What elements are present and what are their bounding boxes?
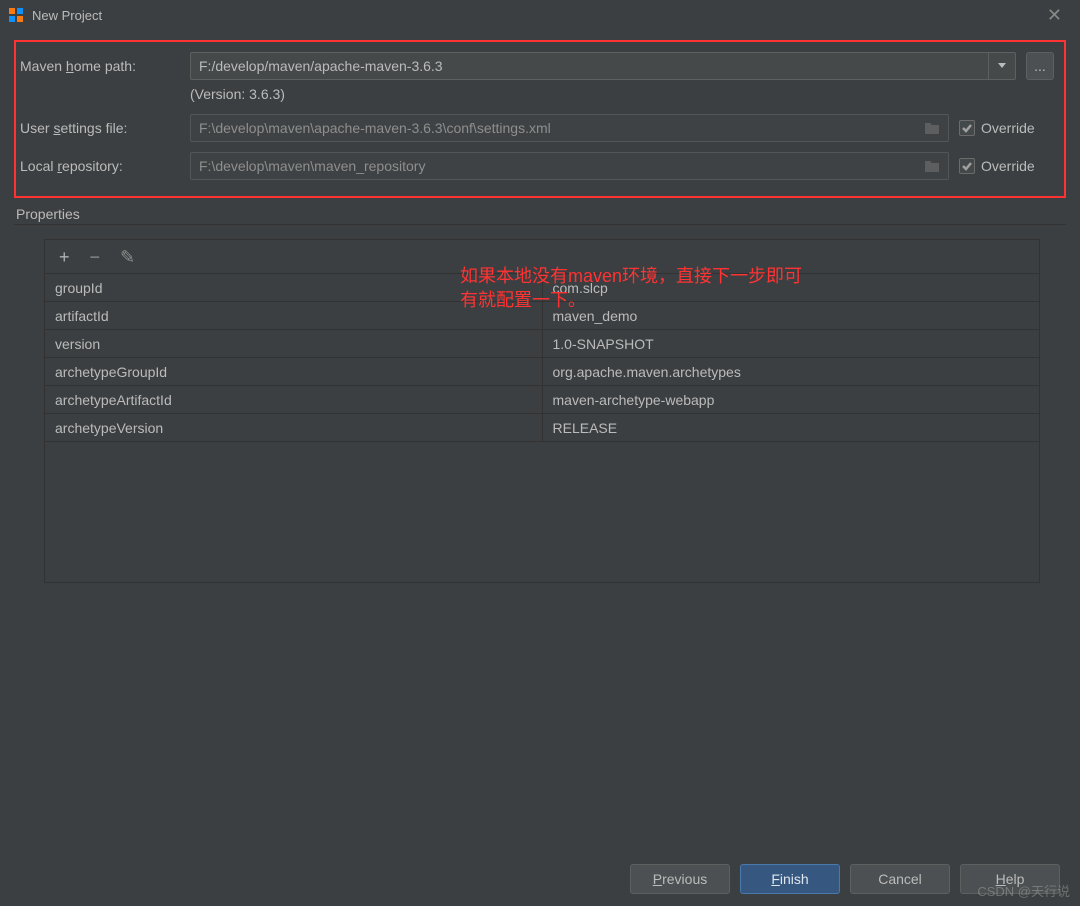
edit-icon[interactable]: ✎ [120,248,135,266]
maven-home-browse-button[interactable]: ... [1026,52,1054,80]
properties-toolbar: + − ✎ [45,240,1039,274]
local-repo-label: Local repository: [20,158,180,174]
cancel-button[interactable]: Cancel [850,864,950,894]
table-row[interactable]: version1.0-SNAPSHOT [45,330,1039,358]
properties-header: Properties [16,206,1066,222]
properties-table: groupIdcom.slcp artifactIdmaven_demo ver… [45,274,1039,582]
previous-button[interactable]: Previous [630,864,730,894]
maven-home-input[interactable]: F:/develop/maven/apache-maven-3.6.3 [190,52,989,80]
maven-home-label: Maven home path: [20,58,180,74]
window-title: New Project [32,8,1037,23]
highlighted-maven-settings: Maven home path: F:/develop/maven/apache… [14,40,1066,198]
folder-icon[interactable] [924,121,940,135]
table-row[interactable]: archetypeGroupIdorg.apache.maven.archety… [45,358,1039,386]
close-icon[interactable]: ✕ [1037,5,1072,26]
titlebar: New Project ✕ [0,0,1080,30]
app-icon [8,7,24,23]
properties-panel: + − ✎ groupIdcom.slcp artifactIdmaven_de… [44,239,1040,583]
checkbox-checked-icon [959,158,975,174]
add-icon[interactable]: + [59,248,70,266]
local-repo-input[interactable]: F:\develop\maven\maven_repository [190,152,949,180]
remove-icon[interactable]: − [90,248,101,266]
table-row[interactable]: archetypeArtifactIdmaven-archetype-webap… [45,386,1039,414]
watermark: CSDN @天行说 [977,881,1070,900]
maven-version-text: (Version: 3.6.3) [190,86,1054,102]
user-settings-label: User settings file: [20,120,180,136]
maven-home-dropdown[interactable] [988,52,1016,80]
local-repo-override[interactable]: Override [959,158,1054,174]
user-settings-override[interactable]: Override [959,120,1054,136]
finish-button[interactable]: Finish [740,864,840,894]
table-row[interactable]: artifactIdmaven_demo [45,302,1039,330]
table-row[interactable]: archetypeVersionRELEASE [45,414,1039,442]
separator [14,224,1066,225]
table-row[interactable]: groupIdcom.slcp [45,274,1039,302]
checkbox-checked-icon [959,120,975,136]
folder-icon[interactable] [924,159,940,173]
user-settings-input[interactable]: F:\develop\maven\apache-maven-3.6.3\conf… [190,114,949,142]
